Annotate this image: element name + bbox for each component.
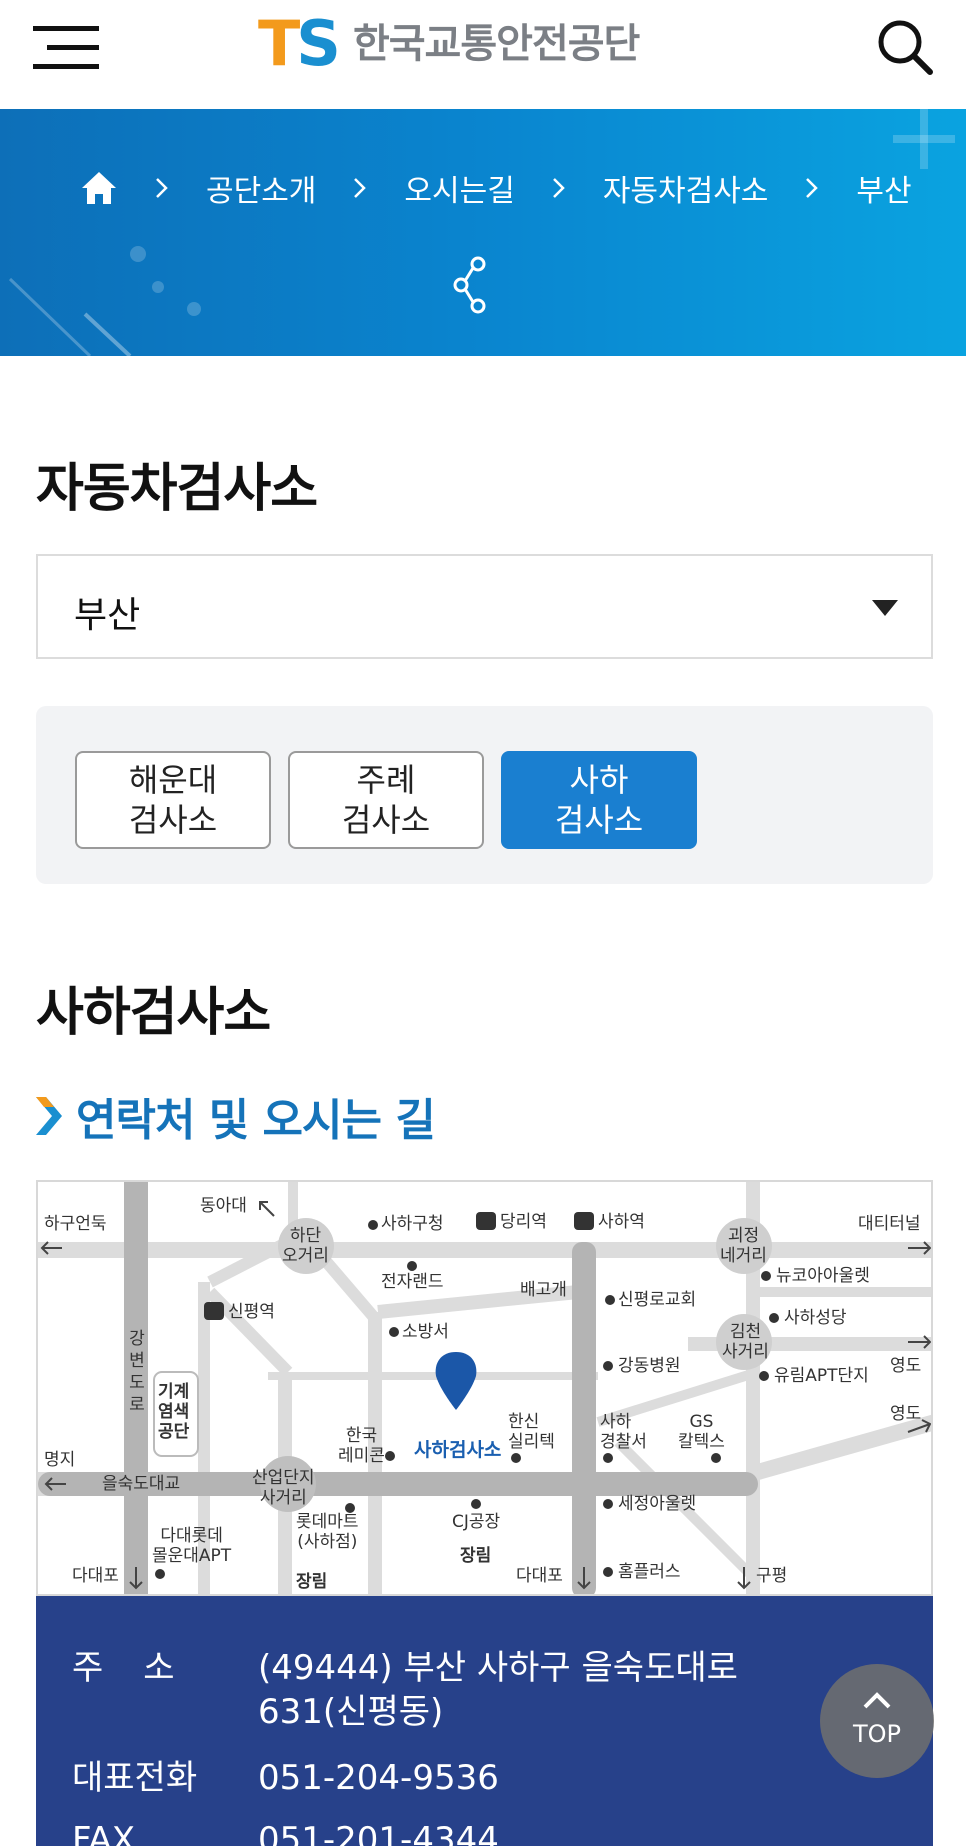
map-label: 한국 레미콘 (338, 1426, 385, 1466)
contact-info-panel: 주소 (49444) 부산 사하구 을숙도대로 631(신평동) 대표전화 05… (36, 1596, 933, 1846)
tab-saha[interactable]: 사하 검사소 (501, 751, 697, 849)
map-label: 다대롯데 몰운대APT (152, 1526, 232, 1566)
map-label: 강동병원 (618, 1356, 681, 1376)
fax-row: FAX 051-201-4344 (72, 1818, 778, 1846)
inspection-center-tabs: 해운대 검사소 주례 검사소 사하 검사소 (36, 706, 933, 884)
map-label: 명지 (44, 1450, 76, 1470)
map-label: 하단 오거리 (282, 1226, 329, 1266)
caret-down-icon (872, 600, 898, 616)
map-label: 동아대 (200, 1196, 247, 1216)
banner-decoration (8, 109, 955, 356)
map-label: 세정아울렛 (618, 1494, 697, 1514)
chevron-bullet-icon (36, 1097, 62, 1135)
map-label: 롯데마트 (사하점) (296, 1512, 359, 1552)
chevron-right-icon (552, 178, 565, 198)
scroll-top-label: TOP (852, 1720, 902, 1748)
fax-value: 051-201-4344 (258, 1820, 499, 1846)
region-select[interactable]: 부산 (36, 554, 933, 659)
address-label: 주소 (72, 1648, 215, 1688)
map-label: 대티터널 (858, 1214, 921, 1234)
contact-heading: 연락처 및 오시는 길 (36, 1086, 436, 1146)
phone-row: 대표전화 051-204-9536 (72, 1756, 778, 1800)
map-label: 한신 실리텍 (508, 1412, 555, 1452)
address-value: (49444) 부산 사하구 을숙도대로 631(신평동) (258, 1648, 738, 1732)
breadcrumb: 공단소개 오시는길 자동차검사소 부산 (80, 163, 948, 213)
center-title: 사하검사소 (36, 983, 271, 1043)
map-label: 장림 (296, 1572, 328, 1592)
map-label: 홈플러스 (618, 1562, 681, 1582)
map-label: 사하역 (598, 1212, 645, 1232)
map-label: 사하구청 (381, 1214, 444, 1234)
phone-value[interactable]: 051-204-9536 (258, 1756, 778, 1800)
chevron-right-icon (354, 178, 367, 198)
map-label: 장림 (460, 1546, 492, 1566)
address-row: 주소 (49444) 부산 사하구 을숙도대로 631(신평동) (72, 1646, 778, 1734)
logo-mark: TS (258, 7, 341, 80)
home-icon[interactable] (80, 170, 118, 206)
map-label: 을숙도대교 (102, 1474, 181, 1494)
map-label: 괴정 네거리 (720, 1226, 767, 1266)
breadcrumb-item[interactable]: 자동차검사소 (603, 166, 769, 210)
tab-jurye[interactable]: 주례 검사소 (288, 751, 484, 849)
location-map[interactable]: 하구언둑 동아대 하단 오거리 사하구청 당리역 사하역 괴정 네거리 대티터널… (36, 1180, 933, 1596)
search-icon[interactable] (876, 18, 934, 76)
map-label: 영도 (890, 1404, 922, 1424)
hamburger-menu-icon[interactable] (33, 26, 99, 70)
chevron-right-icon (156, 178, 168, 198)
logo[interactable]: TS 한국교통안전공단 (258, 7, 640, 80)
breadcrumb-item[interactable]: 공단소개 (206, 166, 316, 210)
map-label: 다대포 (72, 1566, 119, 1586)
map-label: 당리역 (500, 1212, 547, 1232)
map-label: 하구언둑 (44, 1214, 107, 1234)
breadcrumb-banner: 공단소개 오시는길 자동차검사소 부산 (0, 109, 966, 356)
map-label: 산업단지 사거리 (252, 1468, 315, 1508)
map-label: GS 칼텍스 (678, 1412, 725, 1452)
chevron-right-icon (806, 178, 819, 198)
map-label: 배고개 (520, 1280, 567, 1300)
map-label: 전자랜드 (381, 1272, 444, 1292)
map-label: 뉴코아아울렛 (776, 1266, 870, 1286)
region-select-value: 부산 (74, 595, 141, 636)
map-label: 김천 사거리 (722, 1322, 769, 1362)
map-label: 다대포 (516, 1566, 563, 1586)
page-title: 자동차검사소 (36, 459, 318, 519)
share-icon[interactable] (452, 256, 488, 314)
tab-haeundae[interactable]: 해운대 검사소 (75, 751, 271, 849)
map-label: 강변도로 (129, 1329, 145, 1415)
map-label: 신평역 (228, 1302, 275, 1322)
map-label: 구평 (756, 1566, 788, 1586)
map-label: 영도 (890, 1356, 922, 1376)
breadcrumb-item[interactable]: 오시는길 (404, 166, 514, 210)
map-target-label: 사하검사소 (414, 1439, 502, 1461)
contact-heading-text: 연락처 및 오시는 길 (76, 1095, 436, 1146)
map-label: 기계 염색 공단 (158, 1382, 190, 1442)
phone-label: 대표전화 (72, 1758, 198, 1798)
map-label: 사하 경찰서 (600, 1412, 647, 1452)
breadcrumb-item[interactable]: 부산 (856, 166, 911, 210)
scroll-top-button[interactable]: TOP (820, 1664, 934, 1778)
logo-name: 한국교통안전공단 (352, 21, 640, 67)
map-label: 사하성당 (784, 1308, 847, 1328)
map-label: CJ공장 (452, 1512, 501, 1532)
map-label: 신평로교회 (618, 1290, 697, 1310)
chevron-up-icon (863, 1692, 891, 1709)
map-label: 유림APT단지 (774, 1366, 869, 1386)
map-label: 소방서 (402, 1322, 449, 1342)
fax-label: FAX (72, 1820, 135, 1846)
header: TS 한국교통안전공단 (0, 0, 966, 109)
